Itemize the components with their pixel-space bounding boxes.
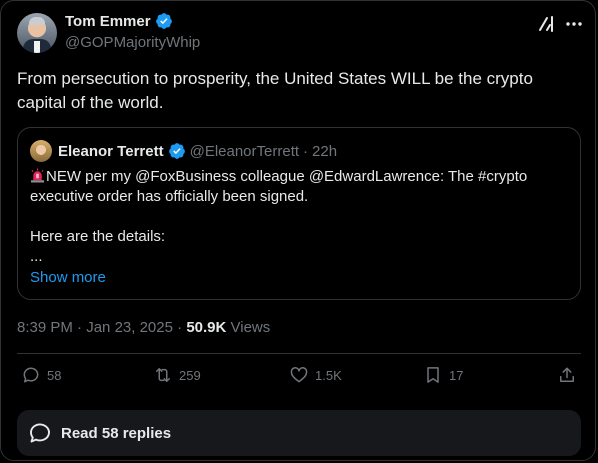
post-date[interactable]: Jan 23, 2025 bbox=[86, 319, 173, 336]
read-replies-label: Read 58 replies bbox=[61, 424, 172, 442]
repost-count: 259 bbox=[179, 367, 201, 383]
siren-icon bbox=[30, 168, 45, 183]
grok-icon[interactable] bbox=[537, 14, 557, 34]
author-avatar[interactable] bbox=[17, 13, 57, 53]
quote-line: NEW per my @FoxBusiness colleague @Edwar… bbox=[30, 167, 570, 187]
like-count: 1.5K bbox=[315, 367, 342, 383]
author-name[interactable]: Tom Emmer bbox=[65, 13, 151, 30]
views-count: 50.9K bbox=[186, 319, 227, 336]
quote-line: Here are the details: bbox=[30, 228, 166, 245]
verified-badge-icon bbox=[155, 13, 172, 29]
bookmark-button[interactable]: 17 bbox=[423, 365, 463, 385]
bookmark-count: 17 bbox=[449, 367, 464, 383]
meta-separator: · bbox=[177, 319, 183, 336]
quote-line bbox=[30, 207, 570, 227]
more-icon[interactable] bbox=[564, 14, 584, 34]
like-icon bbox=[290, 367, 308, 383]
quoted-tweet[interactable]: Eleanor Terrett @EleanorTerrett · 22h NE… bbox=[17, 127, 581, 300]
quote-line: executive order has officially been sign… bbox=[30, 188, 309, 205]
quote-author-handle[interactable]: @EleanorTerrett bbox=[190, 143, 299, 160]
like-button[interactable]: 1.5K bbox=[289, 365, 342, 385]
quote-age[interactable]: 22h bbox=[312, 143, 337, 160]
quote-line: ... bbox=[30, 248, 43, 265]
read-replies-button[interactable]: Read 58 replies bbox=[17, 410, 581, 456]
share-icon bbox=[560, 367, 574, 382]
action-bar: 58 259 1.5K 17 bbox=[17, 365, 581, 393]
reply-icon bbox=[23, 367, 39, 383]
divider bbox=[17, 353, 581, 354]
quote-body: NEW per my @FoxBusiness colleague @Edwar… bbox=[30, 167, 570, 267]
quote-author-name[interactable]: Eleanor Terrett bbox=[58, 143, 164, 160]
verified-badge-icon bbox=[168, 143, 185, 159]
tweet-meta: 8:39 PM · Jan 23, 2025 · 50.9K Views bbox=[17, 319, 270, 336]
tweet-card: Tom Emmer @GOPMajorityWhip From persecut… bbox=[0, 0, 596, 461]
reply-count: 58 bbox=[47, 367, 62, 383]
quote-line-text: NEW per my @FoxBusiness colleague @Edwar… bbox=[46, 168, 528, 185]
repost-button[interactable]: 259 bbox=[153, 365, 201, 385]
views-label: Views bbox=[230, 319, 271, 336]
bookmark-icon bbox=[427, 367, 439, 383]
quote-separator: · bbox=[303, 142, 309, 160]
author-handle[interactable]: @GOPMajorityWhip bbox=[65, 34, 200, 51]
quote-author-avatar[interactable] bbox=[30, 140, 52, 162]
replies-bubble-icon bbox=[30, 423, 50, 443]
quote-header: Eleanor Terrett @EleanorTerrett · 22h bbox=[58, 142, 337, 160]
post-time[interactable]: 8:39 PM bbox=[17, 319, 73, 336]
author-name-row: Tom Emmer bbox=[65, 12, 173, 30]
share-button[interactable] bbox=[557, 365, 577, 385]
show-more-link[interactable]: Show more bbox=[30, 269, 106, 286]
repost-icon bbox=[156, 368, 170, 382]
reply-button[interactable]: 58 bbox=[21, 365, 61, 385]
meta-separator: · bbox=[77, 319, 83, 336]
tweet-text: From persecution to prosperity, the Unit… bbox=[17, 69, 533, 112]
